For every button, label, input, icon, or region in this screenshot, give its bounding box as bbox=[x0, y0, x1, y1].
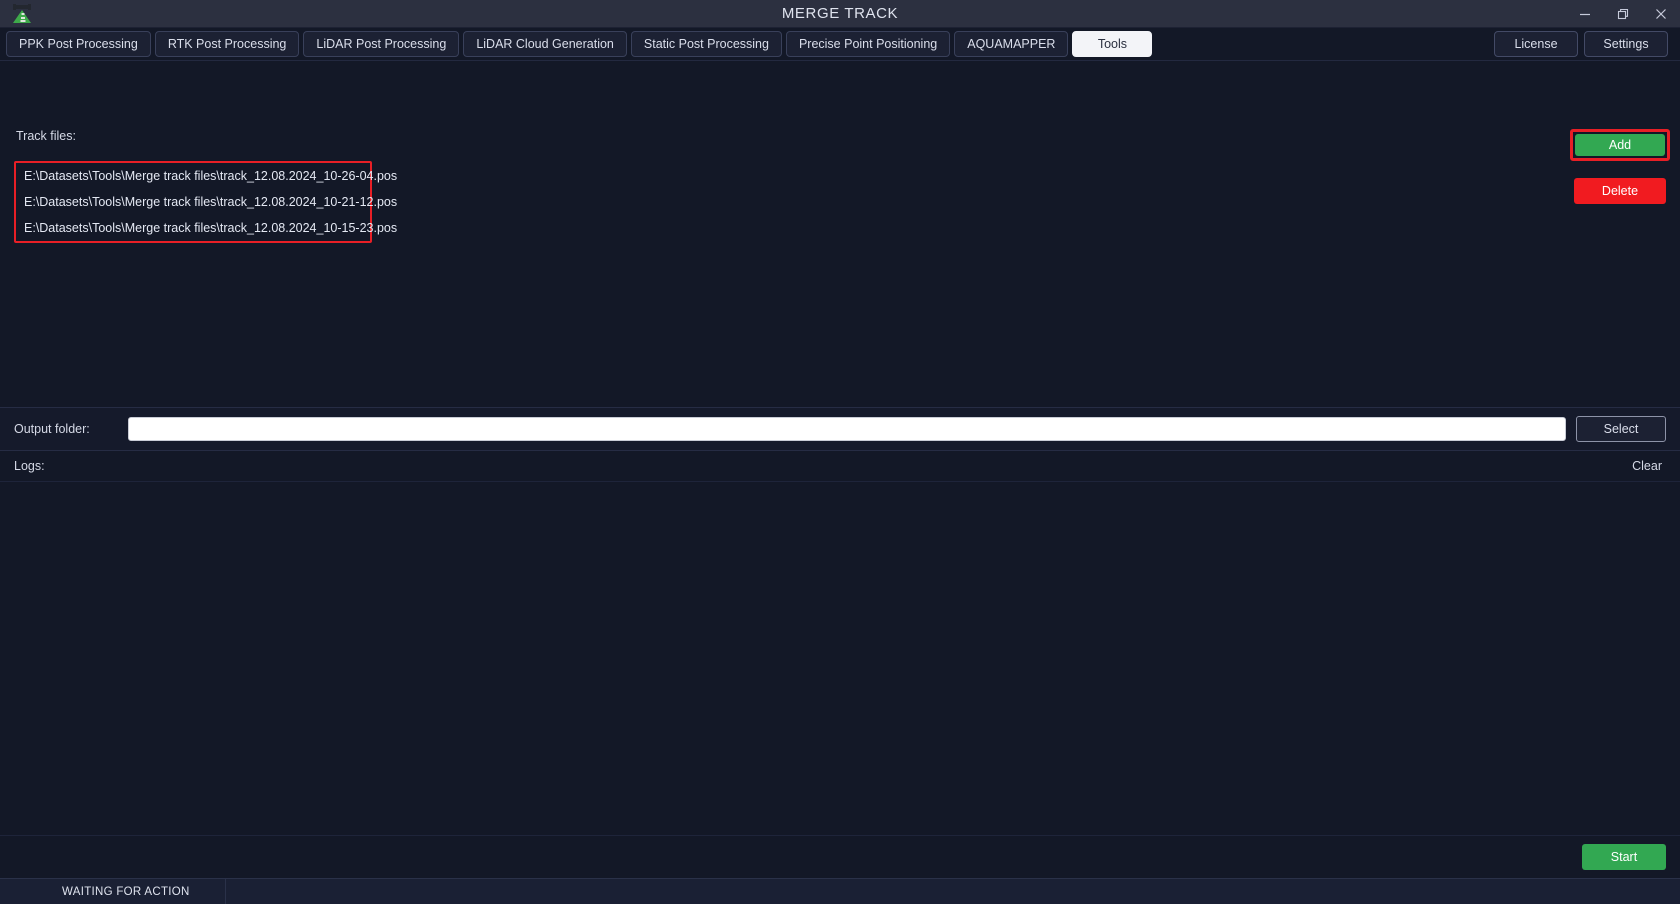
start-button[interactable]: Start bbox=[1582, 844, 1666, 870]
logs-output[interactable] bbox=[0, 480, 1680, 836]
clear-logs-button[interactable]: Clear bbox=[1628, 457, 1666, 475]
list-item[interactable]: E:\Datasets\Tools\Merge track files\trac… bbox=[16, 189, 397, 215]
road-track-icon bbox=[10, 3, 36, 24]
restore-icon[interactable] bbox=[1604, 0, 1642, 28]
logs-header: Logs: Clear bbox=[0, 450, 1680, 481]
add-button[interactable]: Add bbox=[1575, 134, 1665, 156]
tab-ppk-post-processing[interactable]: PPK Post Processing bbox=[6, 31, 151, 57]
titlebar: MERGE TRACK bbox=[0, 0, 1680, 28]
tab-precise-point-positioning[interactable]: Precise Point Positioning bbox=[785, 31, 951, 57]
minimize-icon[interactable] bbox=[1566, 0, 1604, 28]
tab-rtk-post-processing[interactable]: RTK Post Processing bbox=[154, 31, 300, 57]
select-output-folder-button[interactable]: Select bbox=[1576, 415, 1666, 442]
statusbar: WAITING FOR ACTION bbox=[0, 878, 1680, 904]
delete-button[interactable]: Delete bbox=[1574, 178, 1666, 204]
tools-merge-track-panel: Track files: E:\Datasets\Tools\Merge tra… bbox=[0, 60, 1680, 407]
start-bar: Start bbox=[0, 836, 1680, 878]
logs-label: Logs: bbox=[14, 458, 45, 473]
track-files-list[interactable]: E:\Datasets\Tools\Merge track files\trac… bbox=[14, 161, 397, 243]
tab-aquamapper[interactable]: AQUAMAPPER bbox=[954, 31, 1069, 57]
tab-static-post-processing[interactable]: Static Post Processing bbox=[630, 31, 782, 57]
list-item[interactable]: E:\Datasets\Tools\Merge track files\trac… bbox=[16, 163, 397, 189]
window-title: MERGE TRACK bbox=[781, 5, 899, 22]
window-controls bbox=[1566, 0, 1680, 28]
tab-tools[interactable]: Tools bbox=[1072, 31, 1153, 57]
license-button[interactable]: License bbox=[1494, 31, 1578, 57]
add-button-highlight: Add bbox=[1570, 129, 1670, 161]
output-folder-input[interactable] bbox=[128, 416, 1566, 441]
main-tabbar: PPK Post Processing RTK Post Processing … bbox=[0, 28, 1680, 60]
merge-track-window: MERGE TRACK PPK Post Processing RTK Post bbox=[0, 0, 1680, 904]
tab-lidar-post-processing[interactable]: LiDAR Post Processing bbox=[303, 31, 460, 57]
status-badge: WAITING FOR ACTION bbox=[0, 879, 226, 904]
settings-button[interactable]: Settings bbox=[1584, 31, 1668, 57]
tabbar-right-group: License Settings bbox=[1494, 31, 1674, 57]
close-icon[interactable] bbox=[1642, 0, 1680, 28]
status-secondary bbox=[226, 879, 1680, 904]
tab-lidar-cloud-generation[interactable]: LiDAR Cloud Generation bbox=[463, 31, 627, 57]
output-folder-label: Output folder: bbox=[14, 421, 90, 436]
track-files-label: Track files: bbox=[16, 129, 76, 143]
output-folder-bar: Output folder: Select bbox=[0, 406, 1680, 451]
list-item[interactable]: E:\Datasets\Tools\Merge track files\trac… bbox=[16, 215, 397, 241]
